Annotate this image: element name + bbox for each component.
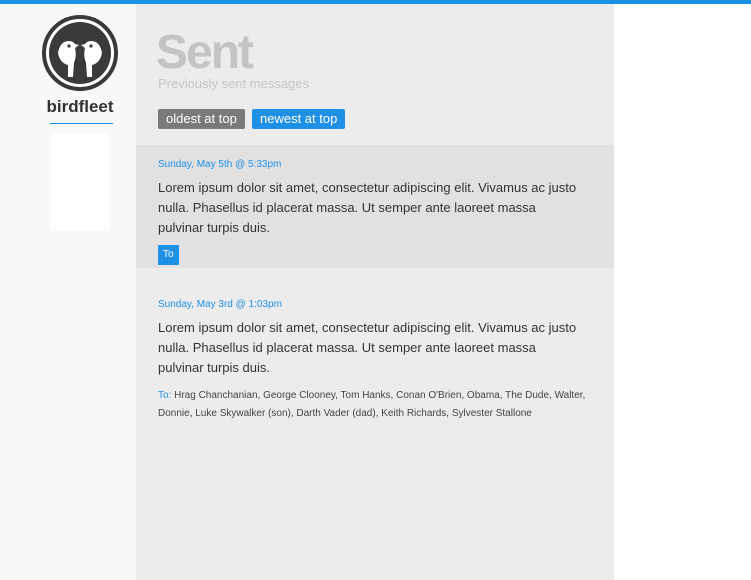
page-title: Sent <box>156 26 254 79</box>
message-date: Sunday, May 5th @ 5:33pm <box>158 159 282 170</box>
main-content: Sent Previously sent messages oldest at … <box>136 4 614 580</box>
birds-logo-icon[interactable] <box>42 15 118 91</box>
message-body: Lorem ipsum dolor sit amet, consectetur … <box>158 180 577 235</box>
message-date: Sunday, May 3rd @ 1:03pm <box>158 299 282 310</box>
sort-oldest-button[interactable]: oldest at top <box>158 109 245 129</box>
recipients-list: Hrag Chanchanian, George Clooney, Tom Ha… <box>158 390 586 419</box>
message-item[interactable]: Sunday, May 3rd @ 1:03pm Lorem ipsum dol… <box>136 268 614 580</box>
sidebar: birdfleet <box>0 4 136 580</box>
recipients-label: To: <box>158 390 172 401</box>
message-item[interactable]: Sunday, May 5th @ 5:33pm Lorem ipsum dol… <box>136 145 614 268</box>
message-body: Lorem ipsum dolor sit amet, consectetur … <box>158 320 577 375</box>
sort-newest-button[interactable]: newest at top <box>252 109 346 129</box>
to-button[interactable]: To <box>158 245 179 265</box>
brand-name[interactable]: birdfleet <box>30 97 130 117</box>
page-subtitle: Previously sent messages <box>158 76 310 91</box>
right-blank-area <box>614 4 751 580</box>
brand-divider <box>50 123 113 124</box>
sidebar-panel <box>50 133 110 231</box>
message-recipients: To: Hrag Chanchanian, George Clooney, To… <box>158 387 588 423</box>
